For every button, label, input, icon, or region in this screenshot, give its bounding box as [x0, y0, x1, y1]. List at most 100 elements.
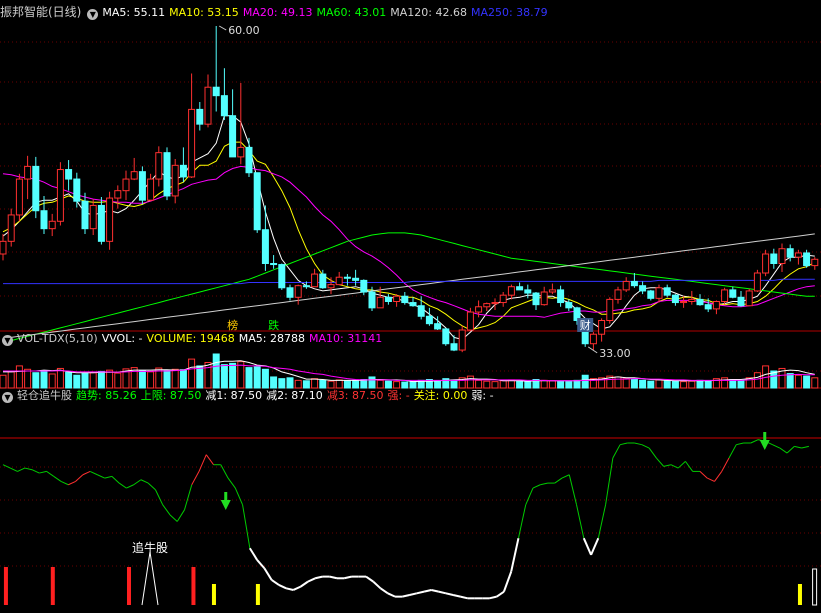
candle-body [393, 295, 401, 303]
trend-segment [750, 439, 759, 444]
trend-segment [431, 588, 439, 593]
trend-segment [502, 571, 513, 592]
trend-segment [656, 457, 665, 467]
volume-bar [106, 369, 114, 389]
trend-segment [525, 487, 534, 505]
trend-segment [10, 467, 18, 472]
candle-body [540, 291, 548, 306]
volume-legend-item-2: MA5: 28788 [238, 332, 305, 345]
trend-segment [452, 594, 461, 598]
volume-bar [253, 366, 261, 389]
volume-bar [212, 353, 220, 389]
volume-bar [302, 380, 310, 389]
candle-body [7, 214, 15, 242]
candle-body [294, 285, 302, 298]
candle-body [245, 146, 253, 174]
volume-bar [680, 381, 688, 389]
trend-segment [263, 567, 273, 581]
candle-body [671, 294, 679, 304]
volume-bar [466, 375, 474, 389]
trend-segment [699, 471, 708, 479]
signal-bar [812, 568, 818, 606]
candle-body [311, 273, 319, 288]
candle-body [680, 301, 688, 304]
trend-segment [278, 584, 287, 590]
candle-body [384, 296, 392, 302]
volume-bar [188, 358, 196, 389]
down-arrow-shaft [763, 432, 767, 440]
signal-bar [3, 567, 8, 605]
candle-body [163, 152, 171, 197]
chevron-down-icon[interactable]: ▼ [87, 9, 99, 20]
candle-body [499, 294, 507, 304]
trend-segment [17, 467, 25, 472]
candle-body [655, 287, 663, 299]
trend-segment [641, 444, 650, 449]
trend-segment [314, 575, 323, 580]
chevron-down-icon[interactable]: ▼ [2, 392, 13, 403]
down-arrow-icon [220, 500, 231, 510]
trend-segment [176, 509, 185, 522]
trend-segment [329, 575, 338, 580]
trend-segment [379, 587, 389, 595]
candle-body [532, 292, 540, 306]
trend-segment [590, 537, 600, 556]
high-pointer [218, 25, 227, 31]
trend-segment [140, 479, 149, 484]
signal-bar [191, 567, 196, 605]
trend-segment [801, 445, 809, 449]
trend-segment [39, 470, 47, 474]
volume-bar [229, 362, 237, 389]
trend-segment [445, 592, 454, 596]
volume-bar [40, 370, 48, 389]
trend-segment [343, 575, 352, 580]
candle-body [352, 277, 360, 281]
trend-segment [619, 442, 628, 446]
volume-bar [794, 374, 802, 389]
trend-segment [554, 477, 563, 484]
candle-body [753, 272, 761, 292]
volume-bar [286, 377, 294, 389]
volume-bar [704, 380, 712, 389]
volume-bar [688, 380, 696, 389]
volume-bar [32, 372, 40, 389]
indicator-panel: 追牛股 [2, 432, 818, 606]
chevron-down-icon[interactable]: ▼ [2, 335, 13, 346]
volume-bar [327, 380, 335, 389]
low-pointer [587, 346, 598, 354]
trend-segment [707, 477, 715, 482]
volume-bar [557, 380, 565, 389]
candle-body [335, 276, 343, 286]
volume-bar [204, 362, 212, 389]
signal-bar [50, 567, 55, 605]
volume-bar [261, 368, 269, 389]
ma-line-ma5 [2, 115, 815, 341]
volume-bar [294, 379, 302, 389]
event-marker: 跌 [268, 318, 279, 332]
candle-body [778, 248, 786, 265]
volume-bar [89, 372, 97, 389]
candle-body [639, 285, 647, 292]
volume-bar [565, 381, 573, 389]
candle-body [204, 86, 212, 125]
volume-bar [0, 374, 7, 389]
trend-segment [728, 444, 737, 459]
volume-bar [147, 371, 155, 389]
trend-segment [409, 592, 418, 596]
candle-body [770, 253, 778, 264]
volume-bar [548, 380, 556, 389]
candle-body [188, 108, 196, 178]
trend-segment [540, 482, 548, 486]
volume-bar [56, 367, 64, 389]
trend-segment [53, 475, 62, 482]
trend-segment [126, 484, 134, 489]
candle-body [302, 285, 310, 288]
volume-bar [114, 372, 122, 389]
trend-segment [292, 585, 302, 591]
candle-body [155, 152, 163, 180]
trend-segment [532, 484, 541, 489]
trend-segment [184, 484, 193, 510]
ma-line-ma120 [2, 233, 815, 339]
trend-segment [307, 577, 316, 583]
volume-bar [171, 368, 179, 389]
